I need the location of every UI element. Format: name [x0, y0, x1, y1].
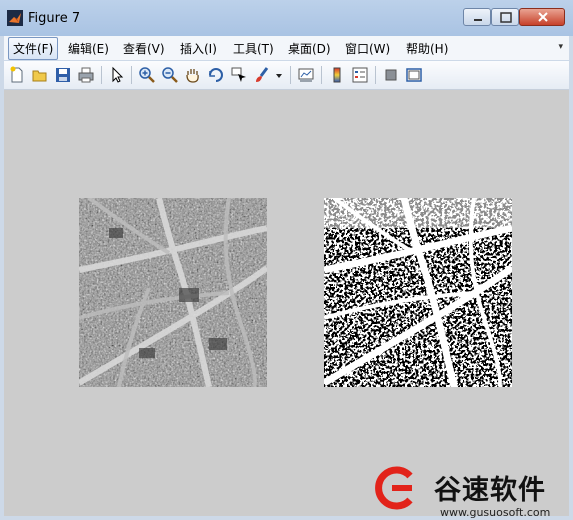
- watermark-name: 谷速软件: [434, 475, 546, 506]
- watermark-logo-icon: [372, 466, 416, 510]
- toolbar-separator: [290, 66, 291, 84]
- zoom-in-icon[interactable]: [138, 66, 156, 84]
- matlab-logo-icon: [7, 10, 23, 26]
- menu-view[interactable]: 查看(V): [123, 40, 165, 57]
- dropdown-arrow-icon[interactable]: [274, 66, 284, 84]
- window-title: Figure 7: [28, 11, 81, 26]
- data-cursor-icon[interactable]: [230, 66, 248, 84]
- binary-thresholded-image[interactable]: [324, 198, 512, 387]
- title-bar[interactable]: Figure 7: [0, 0, 573, 36]
- menu-overflow-icon[interactable]: ▾: [558, 42, 563, 52]
- pan-hand-icon[interactable]: [184, 66, 202, 84]
- toolbar-separator: [321, 66, 322, 84]
- print-icon[interactable]: [77, 66, 95, 84]
- grayscale-aerial-image[interactable]: [79, 198, 267, 387]
- toolbar-separator: [101, 66, 102, 84]
- menu-file[interactable]: 文件(F): [8, 37, 59, 60]
- maximize-button[interactable]: [491, 8, 519, 26]
- menu-help[interactable]: 帮助(H): [406, 40, 448, 57]
- menu-desktop[interactable]: 桌面(D): [288, 40, 331, 57]
- menu-tools[interactable]: 工具(T): [233, 40, 274, 57]
- menu-insert[interactable]: 插入(I): [180, 40, 217, 57]
- toolbar-separator: [131, 66, 132, 84]
- open-file-icon[interactable]: [31, 66, 49, 84]
- zoom-out-icon[interactable]: [161, 66, 179, 84]
- hide-plot-tools-icon[interactable]: [382, 66, 400, 84]
- show-plot-tools-icon[interactable]: [405, 66, 423, 84]
- watermark: 谷速软件 www.gusuosoft.com: [362, 370, 572, 520]
- brush-icon[interactable]: [253, 66, 271, 84]
- menu-window[interactable]: 窗口(W): [345, 40, 390, 57]
- new-figure-icon[interactable]: [8, 66, 26, 84]
- save-icon[interactable]: [54, 66, 72, 84]
- toolbar: [4, 61, 569, 90]
- link-plot-icon[interactable]: [297, 66, 315, 84]
- figure-window: Figure 7 文件(F) 编辑(E) 查看(V) 插入(I) 工具(T) 桌…: [0, 0, 573, 520]
- rotate-3d-icon[interactable]: [207, 66, 225, 84]
- legend-icon[interactable]: [351, 66, 369, 84]
- toolbar-separator: [375, 66, 376, 84]
- menu-bar: 文件(F) 编辑(E) 查看(V) 插入(I) 工具(T) 桌面(D) 窗口(W…: [4, 36, 569, 60]
- colorbar-icon[interactable]: [328, 66, 346, 84]
- minimize-button[interactable]: [463, 8, 491, 26]
- close-button[interactable]: [519, 8, 565, 26]
- watermark-url: www.gusuosoft.com: [440, 506, 551, 519]
- pointer-icon[interactable]: [108, 66, 126, 84]
- menu-edit[interactable]: 编辑(E): [68, 40, 109, 57]
